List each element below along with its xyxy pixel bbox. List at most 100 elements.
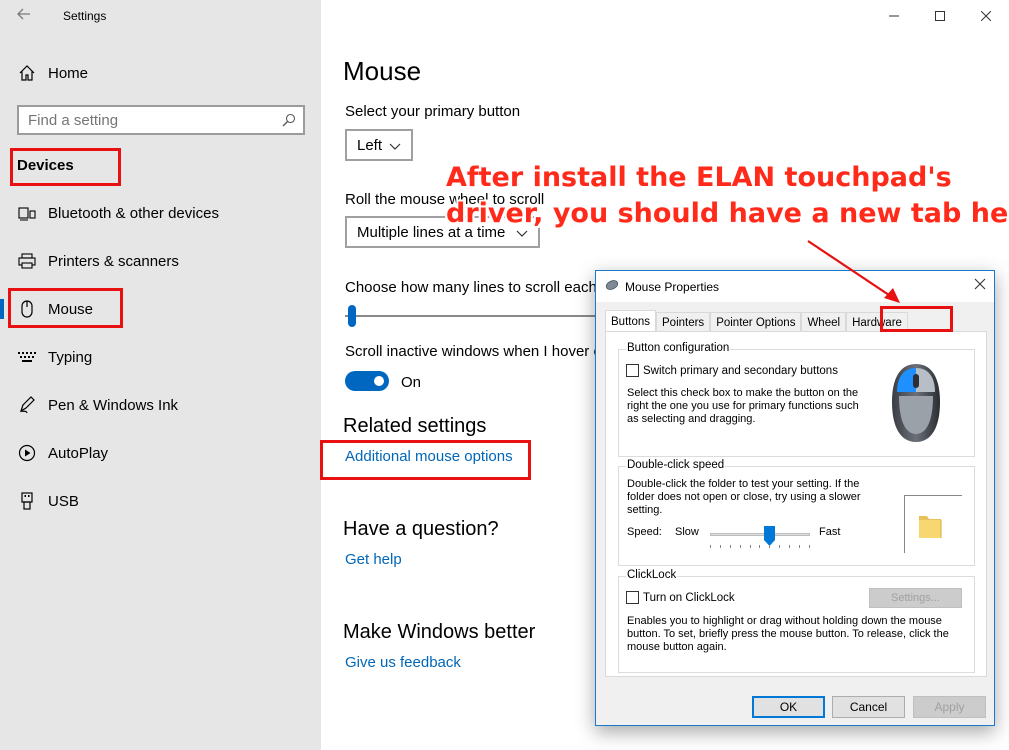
cancel-button[interactable]: Cancel [832,696,905,718]
tab-pointer-options[interactable]: Pointer Options [710,312,802,332]
folder-icon[interactable] [917,510,943,543]
get-help-link[interactable]: Get help [345,551,402,568]
chevron-down-icon [389,139,401,156]
sidebar-item-label: Bluetooth & other devices [48,204,219,222]
buttons-tab-panel: Button configuration Switch primary and … [605,331,987,677]
desc-line: Select this check box to make the button… [627,387,859,399]
sidebar-item-home[interactable]: Home [16,60,88,86]
bluetooth-icon [17,205,37,221]
sidebar-item-label: Pen & Windows Ink [48,396,179,414]
lines-slider-track[interactable] [345,315,600,317]
dialog-close-icon[interactable] [974,277,986,295]
keyboard-icon [17,350,37,364]
annotation-text: After install the ELAN touchpad's driver… [446,160,1009,232]
group-title: ClickLock [626,569,678,581]
usb-icon [17,492,37,510]
toggle-knob [374,376,384,386]
tab-hardware[interactable]: Hardware [846,312,908,332]
primary-button-dropdown[interactable]: Left [345,129,413,161]
question-heading: Have a question? [343,518,499,540]
home-icon [16,64,38,82]
app-title: Settings [63,9,107,23]
clicklock-checkbox[interactable]: Turn on ClickLock [626,591,735,604]
section-title-devices: Devices [17,157,74,174]
clicklock-description: Enables you to highlight or drag without… [627,615,949,654]
double-click-speed-group: Double-click speed Double-click the fold… [618,459,975,566]
search-input[interactable] [19,111,275,129]
make-windows-better-heading: Make Windows better [343,621,536,643]
checkbox-box[interactable] [626,364,639,377]
primary-button-label: Select your primary button [345,103,521,120]
annotation-line-1: After install the ELAN touchpad's [446,162,952,193]
maximize-icon[interactable] [917,0,963,32]
dialog-tabs: Buttons Pointers Pointer Options Wheel H… [605,310,908,332]
desc-line: setting. [627,504,663,516]
sidebar-item-usb[interactable]: USB [0,484,321,518]
desc-line: mouse button again. [627,641,727,653]
ok-button[interactable]: OK [752,696,825,718]
sidebar-item-pen[interactable]: Pen & Windows Ink [0,388,321,422]
checkbox-box[interactable] [626,591,639,604]
search-box[interactable] [17,105,305,135]
dropdown-value: Left [357,136,383,154]
test-folder-area[interactable] [904,495,962,553]
back-arrow-icon[interactable] [16,6,36,26]
mouse-icon [17,300,37,318]
tab-pointers[interactable]: Pointers [656,312,711,332]
checkbox-label: Turn on ClickLock [643,591,735,604]
clicklock-settings-button[interactable]: Settings... [869,588,962,608]
window-controls [871,0,1009,32]
switch-buttons-checkbox[interactable]: Switch primary and secondary buttons [626,364,838,377]
lines-slider-thumb[interactable] [348,305,356,327]
sidebar-item-printers[interactable]: Printers & scanners [0,244,321,278]
page-title: Mouse [343,56,422,86]
tab-buttons[interactable]: Buttons [605,310,656,332]
sidebar-item-mouse[interactable]: Mouse [0,292,321,326]
additional-mouse-options-link[interactable]: Additional mouse options [345,448,513,465]
pen-icon [17,396,37,414]
desc-line: Double-click the folder to test your set… [627,478,860,490]
button-configuration-group: Button configuration Switch primary and … [618,342,975,457]
dialog-title: Mouse Properties [625,279,720,294]
apply-button[interactable]: Apply [913,696,986,718]
autoplay-icon [17,444,37,462]
search-icon[interactable] [275,113,303,127]
sidebar-item-label: Mouse [48,300,94,318]
annotation-arrow-icon [807,240,900,303]
sidebar-item-label: Typing [48,348,93,366]
desc-line: right the one you use for primary functi… [627,400,859,412]
tab-wheel[interactable]: Wheel [801,312,847,332]
desc-line: button. To set, briefly press the mouse … [627,628,949,640]
sidebar-item-home-label: Home [48,64,89,82]
group-title: Double-click speed [626,459,726,471]
double-click-speed-track[interactable] [710,533,810,536]
speed-label: Speed: [627,526,662,538]
button-config-description: Select this check box to make the button… [627,387,859,426]
checkbox-label: Switch primary and secondary buttons [643,364,838,377]
sidebar-item-typing[interactable]: Typing [0,340,321,374]
inactive-scroll-toggle[interactable] [345,371,389,391]
annotation-line-2: driver, you should have a new tab here [446,198,1009,229]
minimize-icon[interactable] [871,0,917,32]
slow-label: Slow [675,526,699,538]
desc-line: Enables you to highlight or drag without… [627,615,942,627]
clicklock-group: ClickLock Turn on ClickLock Settings... … [618,569,975,673]
sidebar-item-label: AutoPlay [48,444,109,462]
toggle-state-label: On [401,374,422,391]
desc-line: as selecting and dragging. [627,413,756,425]
sidebar-item-autoplay[interactable]: AutoPlay [0,436,321,470]
mouse-properties-dialog: Mouse Properties Buttons Pointers Pointe… [595,270,995,726]
give-feedback-link[interactable]: Give us feedback [345,654,461,671]
group-title: Button configuration [626,342,731,354]
dialog-titlebar: Mouse Properties [596,271,994,302]
double-click-description: Double-click the folder to test your set… [627,478,861,517]
close-icon[interactable] [963,0,1009,32]
sidebar-item-bluetooth[interactable]: Bluetooth & other devices [0,196,321,230]
sidebar-item-label: USB [48,492,79,510]
printer-icon [17,253,37,269]
settings-sidebar: Settings Home Devices Bluetooth & other … [0,0,321,750]
mouse-properties-icon [605,279,619,294]
sidebar-item-label: Printers & scanners [48,252,179,270]
related-settings-heading: Related settings [343,415,487,437]
mouse-illustration-icon [889,362,943,447]
